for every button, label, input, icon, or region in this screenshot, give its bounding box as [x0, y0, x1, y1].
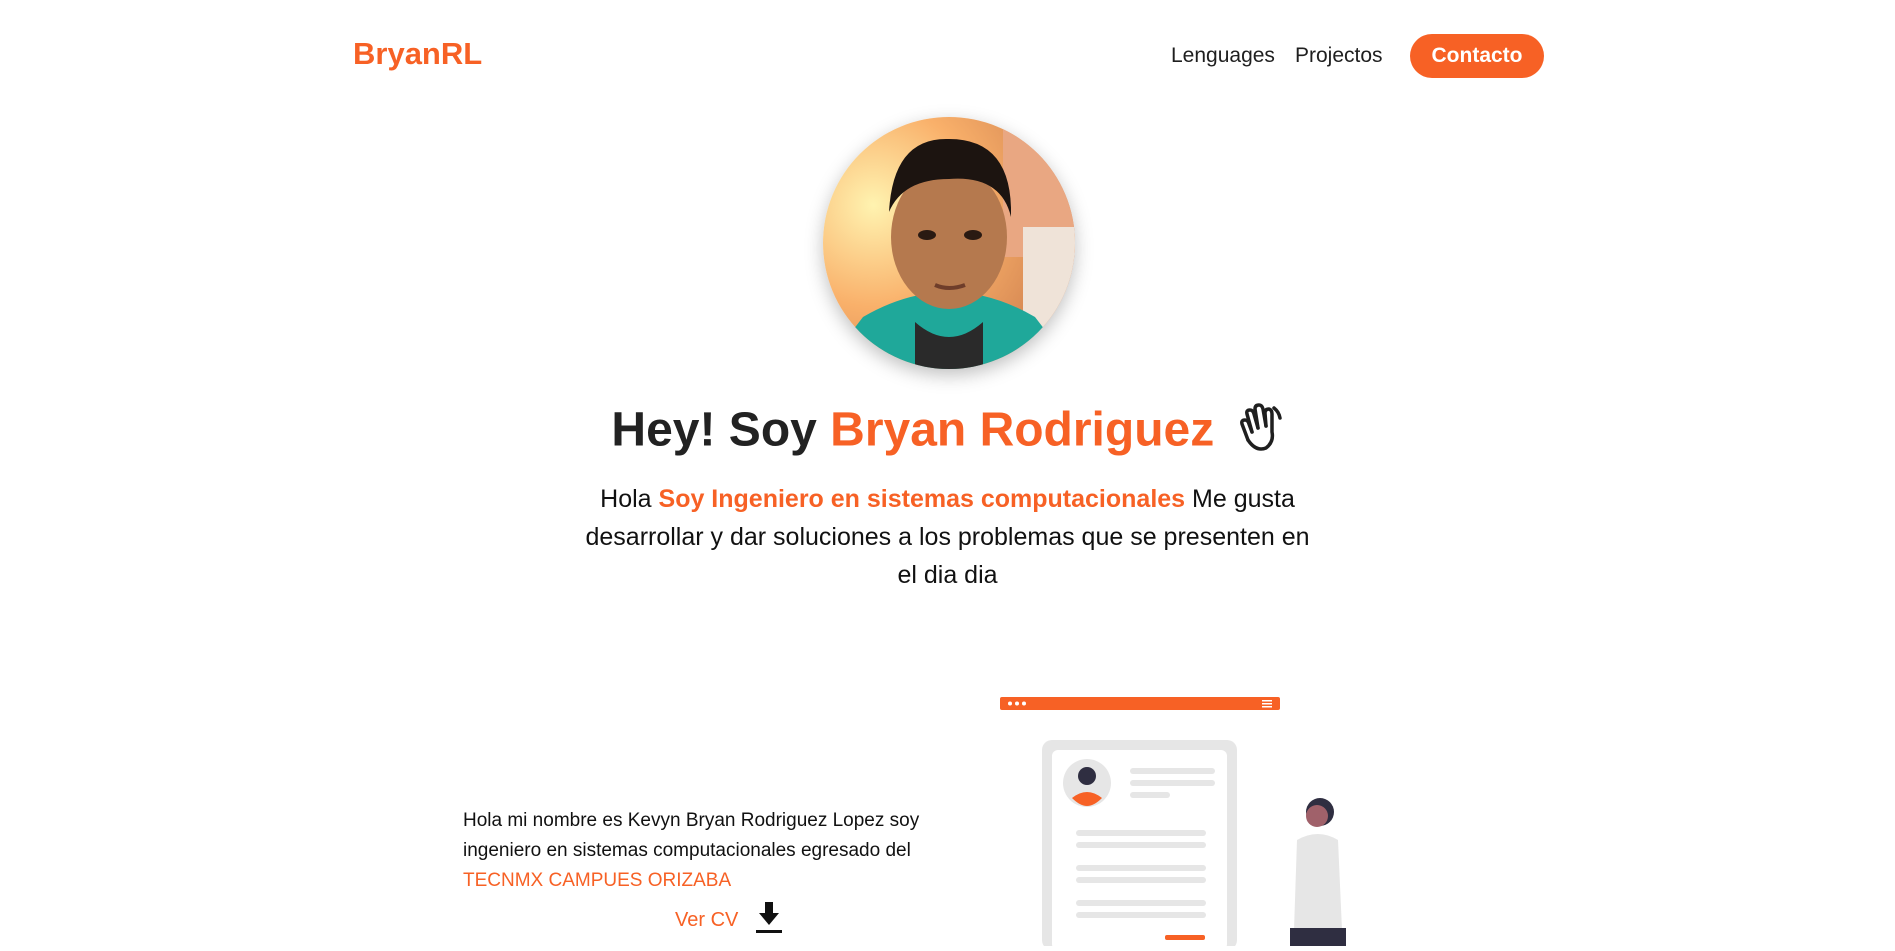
hero-intro-highlight: Soy Ingeniero en sistemas computacionale…: [658, 485, 1186, 513]
view-cv-label: Ver CV: [675, 908, 739, 931]
about-description: Hola mi nombre es Kevyn Bryan Rodriguez …: [463, 810, 920, 861]
profile-photo: [823, 117, 1075, 369]
contact-button[interactable]: Contacto: [1410, 34, 1544, 78]
waving-hand-icon: [1234, 402, 1284, 464]
about-school: TECNMX CAMPUES ORIZABA: [463, 870, 732, 891]
view-cv-link[interactable]: Ver CV: [675, 900, 786, 940]
hero-title-name: Bryan Rodriguez: [830, 403, 1215, 457]
hero-intro: Hola Soy Ingeniero en sistemas computaci…: [580, 480, 1315, 594]
download-icon: [752, 900, 786, 940]
nav-link-projectos[interactable]: Projectos: [1295, 44, 1383, 68]
hero-title: Hey! Soy Bryan Rodriguez: [0, 402, 1895, 464]
resume-illustration: [990, 690, 1390, 950]
navbar: BryanRL Lenguages Projectos Contacto: [0, 0, 1895, 110]
hero-title-prefix: Hey! Soy: [611, 403, 831, 457]
nav-link-lenguages[interactable]: Lenguages: [1171, 44, 1275, 68]
about-text: Hola mi nombre es Kevyn Bryan Rodriguez …: [463, 806, 963, 896]
brand-logo[interactable]: BryanRL: [353, 36, 482, 72]
hero-intro-start: Hola: [600, 485, 659, 513]
profile-avatar: [823, 117, 1075, 369]
